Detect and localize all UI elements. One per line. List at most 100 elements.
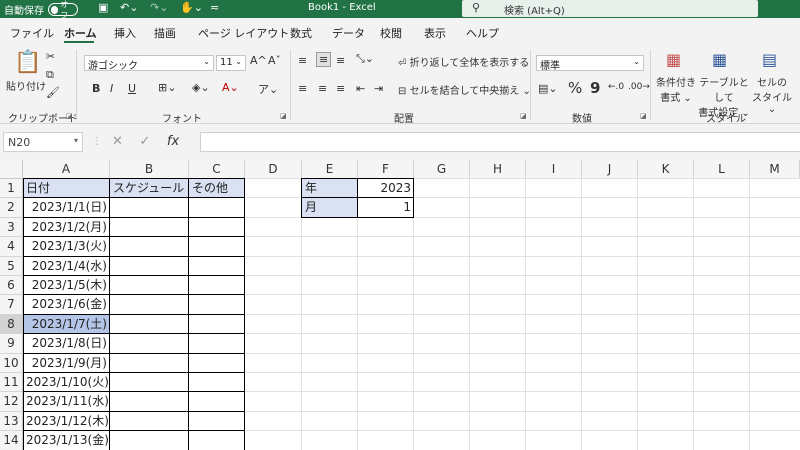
redo-icon[interactable]: ↷⌄ [150,1,168,14]
cell-f2[interactable]: 1 [358,198,414,217]
row-header-4[interactable]: 4 [0,237,23,257]
phonetic-icon[interactable]: ア⌄ [258,81,278,97]
insert-function-icon[interactable]: fx [167,134,179,149]
clipboard-launcher-icon[interactable]: ◪ [66,112,73,120]
format-painter-icon[interactable]: 🖌 [46,86,60,99]
align-middle-icon[interactable]: ≡ [316,52,332,67]
cell-a13[interactable]: 2023/1/12(木) [23,412,110,431]
autosave[interactable]: 自動保存 オフ [4,0,78,20]
column-header-i[interactable]: I [526,160,582,179]
column-header-e[interactable]: E [302,160,358,179]
row-header-10[interactable]: 10 [0,353,23,373]
increase-indent-icon[interactable]: ⇥ [374,82,383,95]
copy-icon[interactable]: ⧉ [46,68,54,82]
column-header-g[interactable]: G [414,160,470,179]
conditional-format-button[interactable]: 条件付き 書式 ⌄ [656,74,696,104]
row-header-2[interactable]: 2 [0,198,23,218]
row-header-11[interactable]: 11 [0,373,23,393]
cancel-icon[interactable]: ✕ [112,134,123,149]
number-launcher-icon[interactable]: ◪ [640,112,647,120]
column-header-f[interactable]: F [358,160,414,179]
cell-a5[interactable]: 2023/1/4(水) [23,257,110,276]
fill-color-icon[interactable]: ◈⌄ [192,81,210,94]
cell-a3[interactable]: 2023/1/2(月) [23,218,110,237]
decrease-indent-icon[interactable]: ⇤ [356,82,365,95]
row-header-13[interactable]: 13 [0,411,23,432]
cell-styles-button[interactable]: セルの スタイル ⌄ [752,74,792,115]
column-header-j[interactable]: J [582,160,638,179]
font-color-icon[interactable]: A⌄ [222,81,239,94]
shrink-font-icon[interactable]: Aˇ [268,54,281,67]
cell-a12[interactable]: 2023/1/11(水) [23,392,110,411]
tab-page-layout[interactable]: ページ レイアウト [198,25,289,41]
touch-mode-icon[interactable]: ✋⌄ [180,1,203,14]
font-launcher-icon[interactable]: ◪ [280,112,287,120]
column-header-a[interactable]: A [23,160,110,179]
cell-a11[interactable]: 2023/1/10(火) [23,373,110,392]
orientation-icon[interactable]: ⤡⌄ [356,52,374,66]
italic-button[interactable]: I [110,82,113,95]
cell-a1[interactable]: 日付 [23,179,110,198]
save-icon[interactable]: ▣ [98,1,108,14]
column-header-k[interactable]: K [638,160,694,179]
paste-icon[interactable]: 📋 [14,50,41,75]
row-header-3[interactable]: 3 [0,217,23,238]
cell-a6[interactable]: 2023/1/5(木) [23,276,110,295]
increase-decimal-icon[interactable]: ←.0 [608,82,624,92]
cell-a4[interactable]: 2023/1/3(火) [23,237,110,256]
tab-file[interactable]: ファイル [10,25,54,41]
align-bottom-icon[interactable]: ≡ [336,54,345,67]
cell-c1[interactable]: その他 [189,179,245,198]
tab-insert[interactable]: 挿入 [114,25,136,41]
column-header-l[interactable]: L [694,160,750,179]
row-header-14[interactable]: 14 [0,431,23,450]
align-top-icon[interactable]: ≡ [298,54,307,67]
cell-a10[interactable]: 2023/1/9(月) [23,354,110,373]
font-name-select[interactable]: 游ゴシック ⌄ [84,55,214,72]
cell-a7[interactable]: 2023/1/6(金) [23,295,110,314]
merge-center-button[interactable]: ⊟ セルを結合して中央揃え ⌄ [398,82,531,97]
enter-icon[interactable]: ✓ [139,134,150,149]
tab-formulas[interactable]: 数式 [290,25,312,41]
row-header-9[interactable]: 9 [0,334,23,354]
align-right-icon[interactable]: ≡ [336,82,345,95]
autosave-toggle[interactable]: オフ [48,0,78,20]
search-box[interactable]: ⚲ 検索 (Alt+Q) [462,0,758,17]
tab-draw[interactable]: 描画 [154,25,176,41]
borders-icon[interactable]: ⊞⌄ [158,81,176,94]
wrap-text-button[interactable]: ⏎ 折り返して全体を表示する [398,54,529,69]
cell-e2[interactable]: 月 [302,198,358,217]
align-left-icon[interactable]: ≡ [298,82,307,95]
align-center-icon[interactable]: ≡ [318,82,327,95]
tab-help[interactable]: ヘルプ [466,25,499,41]
currency-icon[interactable]: ▤⌄ [538,82,558,95]
cell-a14[interactable]: 2023/1/13(金) [23,431,110,450]
number-format-select[interactable]: 標準 ⌄ [536,55,644,72]
cell-a9[interactable]: 2023/1/8(日) [23,334,110,353]
row-header-5[interactable]: 5 [0,256,23,276]
column-header-b[interactable]: B [110,160,189,179]
tab-home[interactable]: ホーム [64,25,97,41]
paste-button[interactable]: 貼り付け [6,78,46,93]
cell-b1[interactable]: スケジュール [110,179,189,198]
tab-view[interactable]: 表示 [424,25,446,41]
format-as-table-icon[interactable]: ▦ [712,50,727,69]
bold-button[interactable]: B [92,82,100,95]
cell-e1[interactable]: 年 [302,179,358,198]
row-header-1[interactable]: 1 [0,179,23,199]
column-header-h[interactable]: H [470,160,526,179]
formula-input[interactable] [200,132,800,152]
spreadsheet-grid[interactable]: ABCDEFGHIJKLM 1 2 3 4 5 6 7 8 9 10 11 12 13 14 日付 スケジュ… [0,160,800,450]
column-header-m[interactable]: M [750,160,800,179]
comma-button[interactable]: 9 [590,79,600,97]
conditional-format-icon[interactable]: ▦ [666,50,681,69]
tab-data[interactable]: データ [332,25,365,41]
font-size-select[interactable]: 11 ⌄ [216,55,246,71]
underline-button[interactable]: U [128,82,136,95]
customize-qat-icon[interactable]: ≂ [210,1,219,14]
row-header-6[interactable]: 6 [0,276,23,296]
row-header-7[interactable]: 7 [0,295,23,315]
name-box[interactable]: N20 ▾ [3,132,83,152]
undo-icon[interactable]: ↶⌄ [120,1,138,14]
row-header-8[interactable]: 8 [0,314,23,335]
